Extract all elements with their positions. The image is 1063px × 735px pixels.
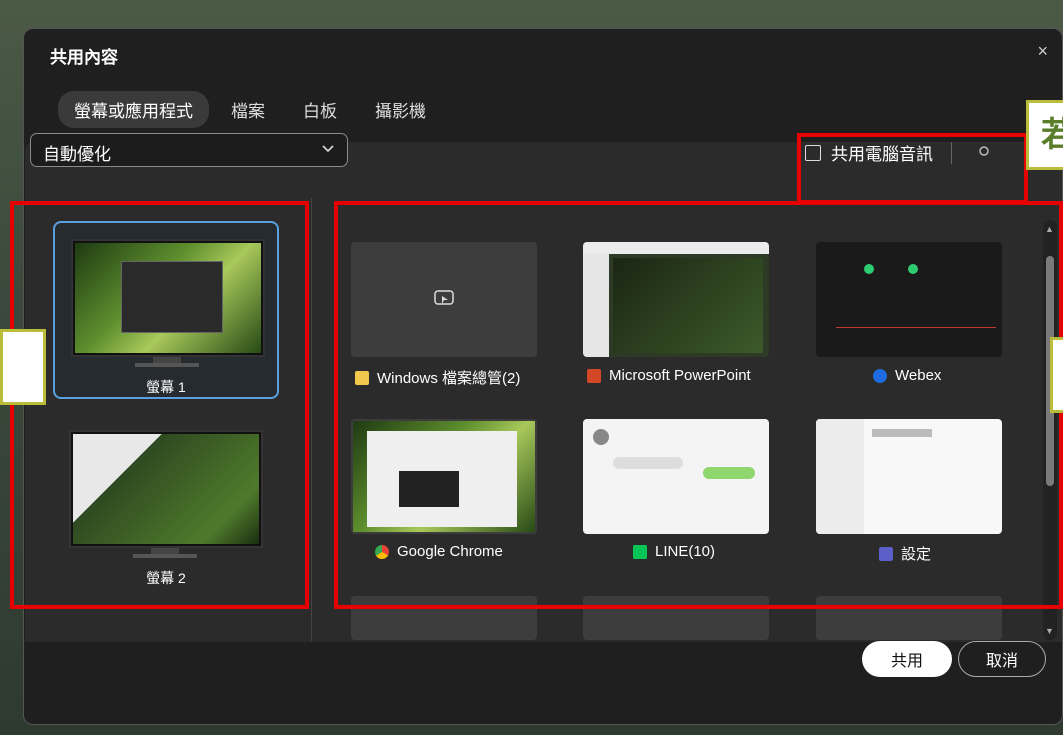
tab-bar: 螢幕或應用程式 檔案 白板 攝影機 bbox=[58, 91, 448, 128]
callout-label-left bbox=[0, 329, 46, 405]
chevron-down-icon bbox=[321, 141, 335, 158]
column-divider bbox=[311, 198, 312, 641]
highlight-box-audio bbox=[797, 133, 1028, 204]
tab-whiteboard[interactable]: 白板 bbox=[287, 91, 353, 128]
optimize-value: 自動優化 bbox=[43, 145, 111, 164]
tab-screen-or-app[interactable]: 螢幕或應用程式 bbox=[58, 91, 209, 128]
optimize-dropdown[interactable]: 自動優化 bbox=[30, 133, 348, 167]
close-icon[interactable]: × bbox=[1037, 41, 1048, 62]
highlight-box-apps bbox=[334, 201, 1063, 609]
callout-label: 若 bbox=[1026, 100, 1063, 170]
tab-camera[interactable]: 攝影機 bbox=[359, 91, 442, 128]
tab-file[interactable]: 檔案 bbox=[215, 91, 281, 128]
dialog-title: 共用內容 bbox=[50, 48, 118, 67]
callout-text: 若 bbox=[1041, 116, 1063, 154]
cancel-button[interactable]: 取消 bbox=[958, 641, 1046, 677]
highlight-box-screens bbox=[10, 201, 309, 609]
share-button[interactable]: 共用 bbox=[862, 641, 952, 677]
callout-label-right bbox=[1050, 337, 1063, 413]
scroll-down-icon[interactable]: ▼ bbox=[1045, 626, 1054, 636]
